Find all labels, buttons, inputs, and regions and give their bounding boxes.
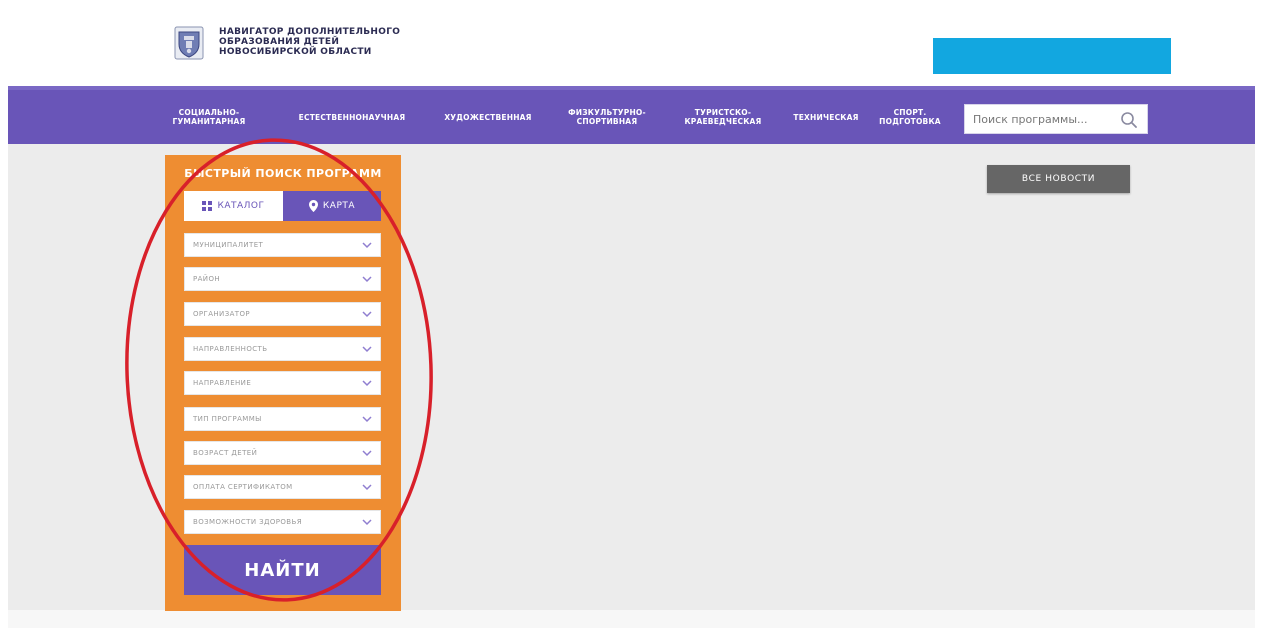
filter-label: ТИП ПРОГРАММЫ — [193, 415, 262, 423]
chevron-down-icon — [362, 276, 372, 283]
filter-label: ВОЗРАСТ ДЕТЕЙ — [193, 449, 258, 457]
filter-health-options[interactable]: ВОЗМОЖНОСТИ ЗДОРОВЬЯ — [184, 510, 381, 534]
filter-district[interactable]: РАЙОН — [184, 267, 381, 291]
chevron-down-icon — [362, 380, 372, 387]
find-button[interactable]: НАЙТИ — [184, 545, 381, 595]
header-banner-block[interactable] — [933, 38, 1171, 74]
nav-item-label: ТЕХНИЧЕСКАЯ — [793, 112, 859, 122]
nav-item-label: ФИЗКУЛЬТУРНО- СПОРТИВНАЯ — [568, 108, 646, 126]
map-pin-icon — [308, 200, 318, 212]
nav-item-social[interactable]: СОЦИАЛЬНО- ГУМАНИТАРНАЯ — [160, 90, 258, 144]
filter-label: ОРГАНИЗАТОР — [193, 310, 250, 318]
all-news-button[interactable]: ВСЕ НОВОСТИ — [987, 165, 1130, 193]
site-title[interactable]: НАВИГАТОР ДОПОЛНИТЕЛЬНОГО ОБРАЗОВАНИЯ ДЕ… — [219, 27, 439, 57]
filter-child-age[interactable]: ВОЗРАСТ ДЕТЕЙ — [184, 441, 381, 465]
filter-label: НАПРАВЛЕНИЕ — [193, 379, 252, 387]
nav-item-label: ЕСТЕСТВЕННОНАУЧНАЯ — [298, 112, 406, 122]
filter-label: ВОЗМОЖНОСТИ ЗДОРОВЬЯ — [193, 518, 302, 526]
chevron-down-icon — [362, 519, 372, 526]
search-icon[interactable] — [1120, 111, 1138, 129]
main-navbar: СОЦИАЛЬНО- ГУМАНИТАРНАЯ ЕСТЕСТВЕННОНАУЧН… — [8, 86, 1255, 144]
nav-item-tourism[interactable]: ТУРИСТСКО- КРАЕВЕДЧЕСКАЯ — [667, 90, 779, 144]
filter-organizer[interactable]: ОРГАНИЗАТОР — [184, 302, 381, 326]
filter-municipality[interactable]: МУНИЦИПАЛИТЕТ — [184, 233, 381, 257]
filter-label: МУНИЦИПАЛИТЕТ — [193, 241, 264, 249]
coat-of-arms-logo[interactable] — [174, 26, 204, 60]
site-title-line-3: НОВОСИБИРСКОЙ ОБЛАСТИ — [219, 47, 372, 57]
tab-map-label: КАРТА — [322, 201, 356, 211]
program-search — [964, 104, 1148, 134]
nav-item-science[interactable]: ЕСТЕСТВЕННОНАУЧНАЯ — [282, 90, 422, 144]
panel-title: БЫСТРЫЙ ПОИСК ПРОГРАММ — [184, 167, 382, 180]
site-title-line-1: НАВИГАТОР ДОПОЛНИТЕЛЬНОГО — [219, 27, 401, 37]
nav-item-label: ХУДОЖЕСТВЕННАЯ — [444, 112, 532, 122]
search-input[interactable] — [973, 112, 1113, 126]
nav-item-label: СПОРТ. ПОДГОТОВКА — [879, 108, 941, 126]
nav-item-technical[interactable]: ТЕХНИЧЕСКАЯ — [784, 90, 868, 144]
quick-search-panel: БЫСТРЫЙ ПОИСК ПРОГРАММ КАТАЛОГ КАРТА МУН… — [165, 155, 401, 611]
chevron-down-icon — [362, 416, 372, 423]
nav-item-label: СОЦИАЛЬНО- ГУМАНИТАРНАЯ — [172, 108, 246, 126]
page: НАВИГАТОР ДОПОЛНИТЕЛЬНОГО ОБРАЗОВАНИЯ ДЕ… — [0, 0, 1263, 628]
filter-direction[interactable]: НАПРАВЛЕНИЕ — [184, 371, 381, 395]
footer-strip — [8, 610, 1255, 628]
filter-label: НАПРАВЛЕННОСТЬ — [193, 345, 268, 353]
filter-label: ОПЛАТА СЕРТИФИКАТОМ — [193, 483, 293, 491]
site-title-line-2: ОБРАЗОВАНИЯ ДЕТЕЙ — [219, 37, 340, 47]
nav-item-art[interactable]: ХУДОЖЕСТВЕННАЯ — [429, 90, 547, 144]
filter-focus[interactable]: НАПРАВЛЕННОСТЬ — [184, 337, 381, 361]
tab-catalog[interactable]: КАТАЛОГ — [184, 191, 283, 221]
chevron-down-icon — [362, 346, 372, 353]
chevron-down-icon — [362, 450, 372, 457]
grid-icon — [202, 201, 213, 211]
nav-item-sport[interactable]: ФИЗКУЛЬТУРНО- СПОРТИВНАЯ — [556, 90, 658, 144]
tab-map[interactable]: КАРТА — [283, 191, 381, 221]
chevron-down-icon — [362, 311, 372, 318]
filter-program-type[interactable]: ТИП ПРОГРАММЫ — [184, 407, 381, 431]
filter-certificate-payment[interactable]: ОПЛАТА СЕРТИФИКАТОМ — [184, 475, 381, 499]
filter-label: РАЙОН — [193, 275, 221, 283]
chevron-down-icon — [362, 484, 372, 491]
nav-item-sport-training[interactable]: СПОРТ. ПОДГОТОВКА — [872, 90, 948, 144]
chevron-down-icon — [362, 242, 372, 249]
tab-catalog-label: КАТАЛОГ — [217, 201, 265, 211]
nav-item-label: ТУРИСТСКО- КРАЕВЕДЧЕСКАЯ — [684, 108, 762, 126]
